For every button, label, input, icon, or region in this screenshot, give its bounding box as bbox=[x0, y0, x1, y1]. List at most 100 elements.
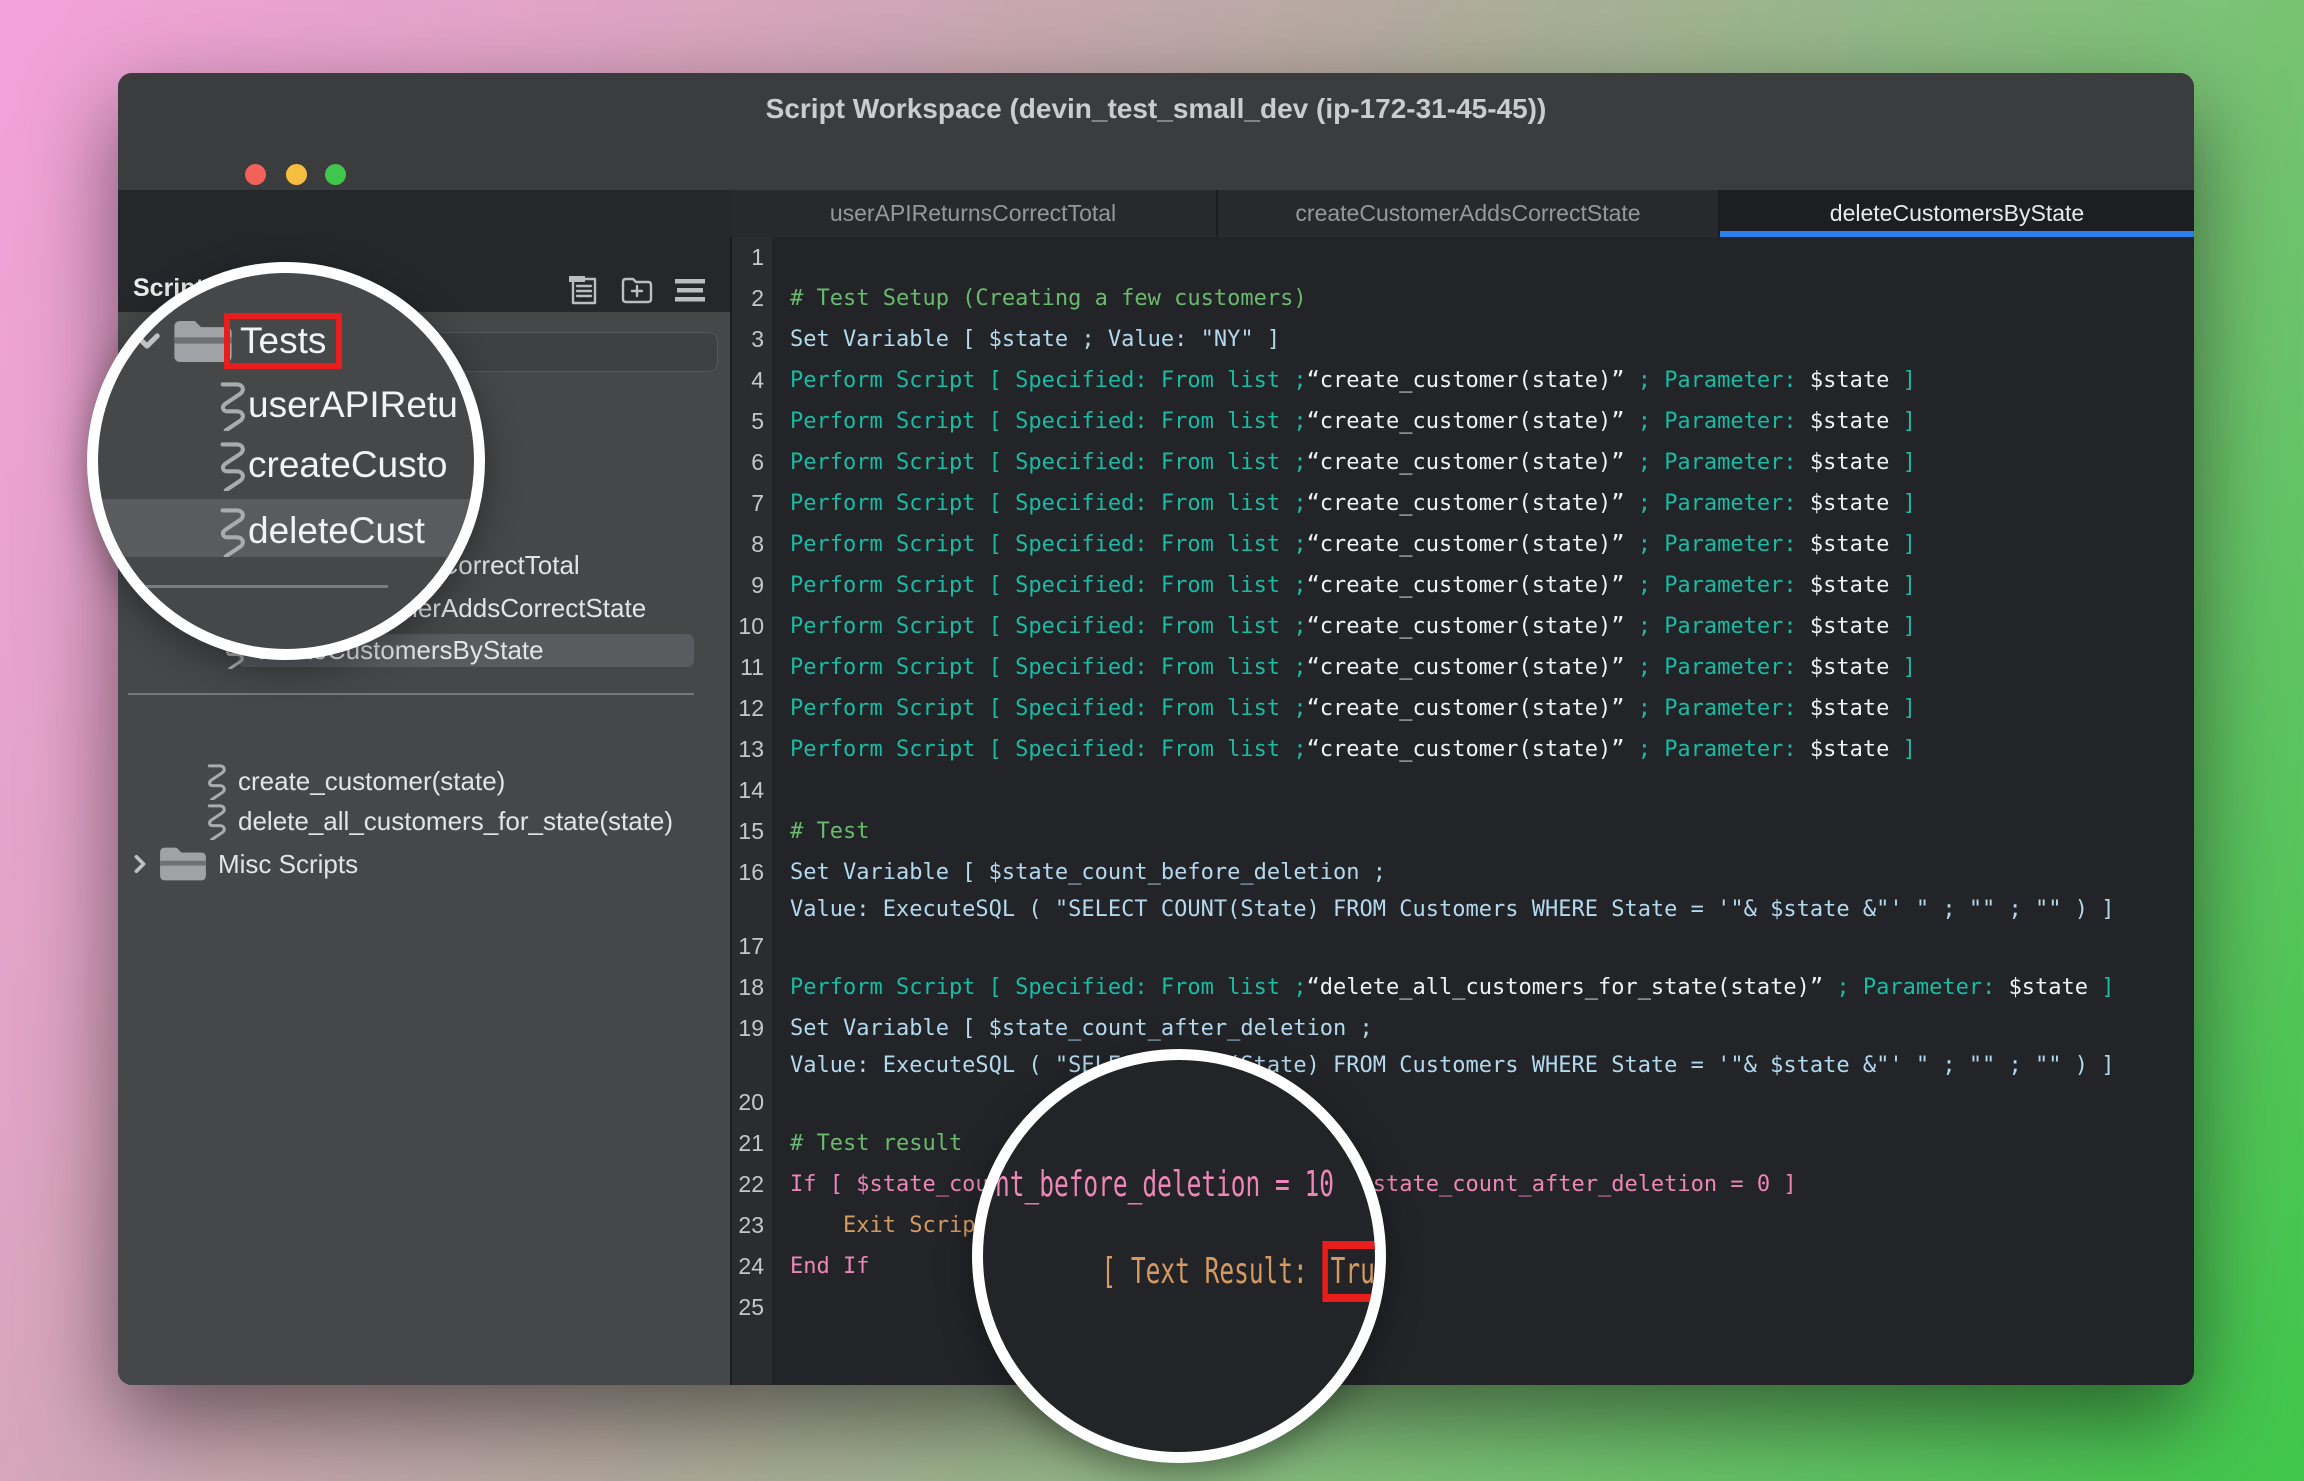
line-number: 19 bbox=[730, 1008, 772, 1049]
minimize-window-button[interactable] bbox=[286, 164, 307, 185]
script-step-line-8[interactable]: 8Perform Script [ Specified: From list ;… bbox=[730, 524, 2194, 565]
line-number: 3 bbox=[730, 319, 772, 360]
step-text bbox=[772, 926, 790, 967]
line-number: 13 bbox=[730, 729, 772, 770]
script-step-line-25: 25 bbox=[730, 1287, 2194, 1328]
script-step-line-1: 1 bbox=[730, 237, 2194, 278]
window-title: Script Workspace (devin_test_small_dev (… bbox=[118, 93, 2194, 125]
line-number: 17 bbox=[730, 926, 772, 967]
script-step-line-2[interactable]: 2# Test Setup (Creating a few customers) bbox=[730, 278, 2194, 319]
step-text bbox=[772, 237, 790, 278]
script-step-line-7[interactable]: 7Perform Script [ Specified: From list ;… bbox=[730, 483, 2194, 524]
step-text: Perform Script [ Specified: From list ;“… bbox=[772, 565, 1916, 606]
line-number: 6 bbox=[730, 442, 772, 483]
script-step-wrap[interactable]: Value: ExecuteSQL ( "SELECT COUNT(State)… bbox=[730, 893, 2194, 926]
step-text: Perform Script [ Specified: From list ;“… bbox=[772, 360, 1916, 401]
sidebar-item-misc-scripts[interactable]: Misc Scripts bbox=[128, 846, 358, 882]
line-number: 20 bbox=[730, 1082, 772, 1123]
line-number: 25 bbox=[730, 1287, 772, 1328]
magnifier-callout-sidebar: Tests userAPIRetu createCusto deleteCust bbox=[87, 262, 485, 660]
script-step-line-21[interactable]: 21# Test result bbox=[730, 1123, 2194, 1164]
script-step-line-23[interactable]: 23Exit Script [ Text Result: True ] bbox=[730, 1205, 2194, 1246]
list-view-icon[interactable] bbox=[668, 274, 712, 306]
script-step-line-4[interactable]: 4Perform Script [ Specified: From list ;… bbox=[730, 360, 2194, 401]
step-text: Perform Script [ Specified: From list ;“… bbox=[772, 483, 1916, 524]
magnified-item-createcusto: createCusto bbox=[210, 437, 448, 493]
magnified-item-label: deleteCust bbox=[248, 510, 425, 552]
script-icon bbox=[210, 505, 248, 557]
script-step-line-6[interactable]: 6Perform Script [ Specified: From list ;… bbox=[730, 442, 2194, 483]
step-text: Set Variable [ $state_count_after_deleti… bbox=[772, 1008, 1373, 1049]
line-number: 2 bbox=[730, 278, 772, 319]
chevron-right-icon[interactable] bbox=[128, 852, 152, 876]
step-text bbox=[772, 770, 790, 811]
script-step-line-22[interactable]: 22If [ $state_count_before_deletion = 10… bbox=[730, 1164, 2194, 1205]
sidebar-item-create-customer-state-[interactable]: create_customer(state) bbox=[200, 763, 505, 799]
script-step-line-5[interactable]: 5Perform Script [ Specified: From list ;… bbox=[730, 401, 2194, 442]
tab-createCustomerAddsCorrectState[interactable]: createCustomerAddsCorrectState bbox=[1218, 190, 1720, 237]
line-number: 9 bbox=[730, 565, 772, 606]
line-number: 7 bbox=[730, 483, 772, 524]
sidebar-item-label: Misc Scripts bbox=[218, 849, 358, 880]
script-icon bbox=[200, 802, 228, 840]
tree-separator bbox=[128, 693, 694, 695]
magnified-if-condition: nt_before_deletion = 10 bbox=[995, 1164, 1334, 1205]
script-editor: userAPIReturnsCorrectTotal createCustomer… bbox=[730, 190, 2194, 1385]
line-number bbox=[730, 1049, 772, 1082]
chevron-down-icon bbox=[130, 324, 164, 358]
script-step-line-3[interactable]: 3Set Variable [ $state ; Value: "NY" ] bbox=[730, 319, 2194, 360]
script-step-line-10[interactable]: 10Perform Script [ Specified: From list … bbox=[730, 606, 2194, 647]
script-step-line-15[interactable]: 15# Test bbox=[730, 811, 2194, 852]
script-step-line-9[interactable]: 9Perform Script [ Specified: From list ;… bbox=[730, 565, 2194, 606]
line-number: 1 bbox=[730, 237, 772, 278]
close-window-button[interactable] bbox=[245, 164, 266, 185]
title-bar: Script Workspace (devin_test_small_dev (… bbox=[118, 73, 2194, 192]
magnifier-callout-result: nt_before_deletion = 10 [ Text Result: T… bbox=[972, 1049, 1386, 1463]
line-number: 10 bbox=[730, 606, 772, 647]
tests-red-box: Tests bbox=[224, 313, 342, 369]
script-step-line-14: 14 bbox=[730, 770, 2194, 811]
step-text: Perform Script [ Specified: From list ;“… bbox=[772, 688, 1916, 729]
script-step-line-18[interactable]: 18Perform Script [ Specified: From list … bbox=[730, 967, 2194, 1008]
step-text: # Test Setup (Creating a few customers) bbox=[772, 278, 1307, 319]
magnified-item-deletecust: deleteCust bbox=[210, 503, 425, 559]
line-number: 15 bbox=[730, 811, 772, 852]
magnified-item-userapiretu: userAPIRetu bbox=[210, 377, 458, 433]
script-step-line-19[interactable]: 19Set Variable [ $state_count_after_dele… bbox=[730, 1008, 2194, 1049]
tab-label: createCustomerAddsCorrectState bbox=[1295, 200, 1640, 227]
line-number: 12 bbox=[730, 688, 772, 729]
line-number: 16 bbox=[730, 852, 772, 893]
magnified-exit-script: [ Text Result: True ] bbox=[1013, 1210, 1386, 1333]
step-text: Value: ExecuteSQL ( "SELECT COUNT(State)… bbox=[772, 893, 2115, 926]
zoom-window-button[interactable] bbox=[325, 164, 346, 185]
new-folder-icon[interactable] bbox=[615, 274, 659, 306]
tab-userAPIReturnsCorrectTotal[interactable]: userAPIReturnsCorrectTotal bbox=[730, 190, 1218, 237]
step-text: Value: ExecuteSQL ( "SELECT COUNT(State)… bbox=[772, 1049, 2115, 1082]
script-icon bbox=[210, 439, 248, 491]
line-number bbox=[730, 893, 772, 926]
tab-label: deleteCustomersByState bbox=[1830, 200, 2084, 227]
sidebar-item-delete-all-customers-for-state-state-[interactable]: delete_all_customers_for_state(state) bbox=[200, 803, 673, 839]
line-number: 14 bbox=[730, 770, 772, 811]
step-text: Perform Script [ Specified: From list ;“… bbox=[772, 967, 2115, 1008]
script-step-line-16[interactable]: 16Set Variable [ $state_count_before_del… bbox=[730, 852, 2194, 893]
tab-label: userAPIReturnsCorrectTotal bbox=[830, 200, 1116, 227]
script-list-icon[interactable] bbox=[561, 274, 605, 306]
script-step-wrap[interactable]: Value: ExecuteSQL ( "SELECT COUNT(State)… bbox=[730, 1049, 2194, 1082]
script-step-line-24[interactable]: 24End If bbox=[730, 1246, 2194, 1287]
step-text: End If bbox=[772, 1246, 869, 1287]
script-step-line-11[interactable]: 11Perform Script [ Specified: From list … bbox=[730, 647, 2194, 688]
magnified-item-label: userAPIRetu bbox=[248, 384, 458, 426]
folder-icon bbox=[158, 846, 208, 882]
script-step-line-12[interactable]: 12Perform Script [ Specified: From list … bbox=[730, 688, 2194, 729]
magnified-separator bbox=[108, 585, 388, 588]
line-number: 21 bbox=[730, 1123, 772, 1164]
step-text: Set Variable [ $state_count_before_delet… bbox=[772, 852, 1386, 893]
step-text: Perform Script [ Specified: From list ;“… bbox=[772, 606, 1916, 647]
tab-deleteCustomersByState[interactable]: deleteCustomersByState bbox=[1720, 190, 2194, 237]
script-step-line-13[interactable]: 13Perform Script [ Specified: From list … bbox=[730, 729, 2194, 770]
script-step-line-17: 17 bbox=[730, 926, 2194, 967]
sidebar-item-label: create_customer(state) bbox=[238, 766, 505, 797]
line-number: 18 bbox=[730, 967, 772, 1008]
line-number: 8 bbox=[730, 524, 772, 565]
